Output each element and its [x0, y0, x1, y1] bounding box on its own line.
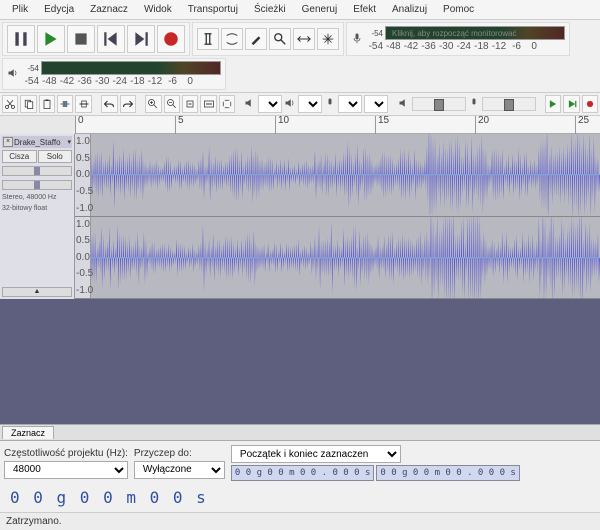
menu-transport[interactable]: Transportuj: [180, 2, 246, 17]
tab-select[interactable]: Zaznacz: [2, 426, 54, 439]
record-meter[interactable]: Kliknij, aby rozpocząć monitorować: [385, 26, 565, 40]
multi-tool[interactable]: [317, 28, 339, 50]
record-meter-toolbar: -54 Kliknij, aby rozpocząć monitorować -…: [346, 22, 570, 56]
track-format-label: 32-bitowy float: [2, 204, 72, 213]
fit-project-button[interactable]: [200, 95, 216, 113]
tools-toolbar: [192, 22, 344, 56]
timeshift-tool[interactable]: [293, 28, 315, 50]
trim-button[interactable]: [57, 95, 73, 113]
menu-tracks[interactable]: Ścieżki: [246, 2, 294, 17]
timeline-ruler[interactable]: 0510152025: [75, 116, 600, 134]
mute-button[interactable]: Cisza: [2, 150, 37, 163]
speaker-icon-dev: [244, 97, 256, 112]
selection-mode-select[interactable]: Początek i koniec zaznaczenia: [231, 445, 401, 463]
status-text: Zatrzymano.: [6, 516, 62, 527]
menu-effect[interactable]: Efekt: [345, 2, 384, 17]
speaker-vol-icon: [398, 97, 410, 112]
draw-tool[interactable]: [245, 28, 267, 50]
amplitude-ruler-r: 1.00.50.0-0.5-1.0: [75, 217, 91, 299]
zoom-tool[interactable]: [269, 28, 291, 50]
pat-play-button[interactable]: [545, 95, 561, 113]
empty-track-area[interactable]: [0, 299, 600, 424]
paste-button[interactable]: [39, 95, 55, 113]
pause-button[interactable]: [7, 25, 35, 53]
record-device-select[interactable]: [338, 95, 362, 113]
main-toolbar: -54 Kliknij, aby rozpocząć monitorować -…: [0, 20, 600, 93]
rec-meter-scale: -54-48-42-36-30-24-18-12-60: [365, 41, 545, 52]
waveform-l-svg: [91, 134, 600, 215]
waveform-right-channel[interactable]: 1.00.50.0-0.5-1.0: [75, 217, 600, 300]
tab-bar: Zaznacz: [0, 424, 600, 440]
undo-button[interactable]: [101, 95, 117, 113]
audio-track: × Drake_Staffo ▾ Cisza Solo Stereo, 4800…: [0, 134, 600, 299]
pat-loop-button[interactable]: [563, 95, 579, 113]
rec-peak-l: -54: [365, 29, 383, 38]
selection-end-time[interactable]: 0 0 g 0 0 m 0 0 . 0 0 0 s: [376, 465, 519, 481]
menu-analyze[interactable]: Analizuj: [384, 2, 435, 17]
track-menu-button[interactable]: ▾: [67, 138, 71, 146]
project-rate-label: Częstotliwość projektu (Hz):: [4, 448, 128, 459]
play-button[interactable]: [37, 25, 65, 53]
status-bar: Zatrzymano.: [0, 512, 600, 530]
zoom-in-button[interactable]: [145, 95, 161, 113]
selection-tool[interactable]: [197, 28, 219, 50]
amplitude-ruler-l: 1.00.50.0-0.5-1.0: [75, 134, 91, 216]
record-button[interactable]: [157, 25, 185, 53]
mic-dev-icon: [324, 97, 336, 112]
mic-icon: [351, 32, 363, 47]
project-rate-select[interactable]: 48000: [4, 461, 128, 479]
menu-bar: Plik Edycja Zaznacz Widok Transportuj Śc…: [0, 0, 600, 20]
menu-generate[interactable]: Generuj: [294, 2, 346, 17]
menu-select[interactable]: Zaznacz: [82, 2, 136, 17]
selection-start-time[interactable]: 0 0 g 0 0 m 0 0 . 0 0 0 s: [231, 465, 374, 481]
zoom-out-button[interactable]: [164, 95, 180, 113]
audio-position-display[interactable]: 0 0 g 0 0 m 0 0 s: [4, 487, 214, 508]
menu-help[interactable]: Pomoc: [435, 2, 482, 17]
track-rate-label: Stereo, 48000 Hz: [2, 193, 72, 202]
playback-volume-slider[interactable]: [412, 97, 466, 111]
play-meter-scale: -54-48-42-36-30-24-18-12-60: [21, 76, 201, 87]
track-control-panel: × Drake_Staffo ▾ Cisza Solo Stereo, 4800…: [0, 134, 75, 299]
fit-selection-button[interactable]: [182, 95, 198, 113]
track-collapse-button[interactable]: ▲: [2, 287, 72, 297]
playback-device-select[interactable]: [298, 95, 322, 113]
play-peak-l: -54: [21, 64, 39, 73]
playback-meter[interactable]: [41, 61, 221, 75]
track-close-button[interactable]: ×: [3, 137, 13, 147]
zoom-toggle-button[interactable]: [219, 95, 235, 113]
menu-file[interactable]: Plik: [4, 2, 36, 17]
transport-toolbar: [2, 22, 190, 56]
speaker-icon: [7, 67, 19, 82]
track-area: × Drake_Staffo ▾ Cisza Solo Stereo, 4800…: [0, 134, 600, 440]
gain-slider[interactable]: [2, 166, 72, 176]
pan-slider[interactable]: [2, 180, 72, 190]
waveform-display[interactable]: 1.00.50.0-0.5-1.0 1.00.50.0-0.5-1.0: [75, 134, 600, 299]
menu-edit[interactable]: Edycja: [36, 2, 82, 17]
audio-host-select[interactable]: [258, 95, 282, 113]
play-meter-toolbar: -54 -54-48-42-36-30-24-18-12-60: [2, 58, 226, 90]
skip-end-button[interactable]: [127, 25, 155, 53]
selection-toolbar: Częstotliwość projektu (Hz): 48000 Przyc…: [0, 440, 600, 512]
copy-button[interactable]: [20, 95, 36, 113]
stop-button[interactable]: [67, 25, 95, 53]
waveform-r-svg: [91, 217, 600, 298]
waveform-left-channel[interactable]: 1.00.50.0-0.5-1.0: [75, 134, 600, 217]
solo-button[interactable]: Solo: [38, 150, 73, 163]
snap-select[interactable]: Wyłączone: [134, 461, 225, 479]
record-volume-slider[interactable]: [482, 97, 536, 111]
cut-button[interactable]: [2, 95, 18, 113]
skip-start-button[interactable]: [97, 25, 125, 53]
menu-view[interactable]: Widok: [136, 2, 180, 17]
speaker-out-icon: [284, 97, 296, 112]
track-name[interactable]: Drake_Staffo: [14, 138, 66, 147]
pat-record-button[interactable]: [582, 95, 598, 113]
envelope-tool[interactable]: [221, 28, 243, 50]
mic-vol-icon: [468, 97, 480, 112]
snap-label: Przyczep do:: [134, 448, 225, 459]
edit-toolbar: [0, 93, 600, 116]
redo-button[interactable]: [120, 95, 136, 113]
record-channels-select[interactable]: [364, 95, 388, 113]
silence-button[interactable]: [75, 95, 91, 113]
